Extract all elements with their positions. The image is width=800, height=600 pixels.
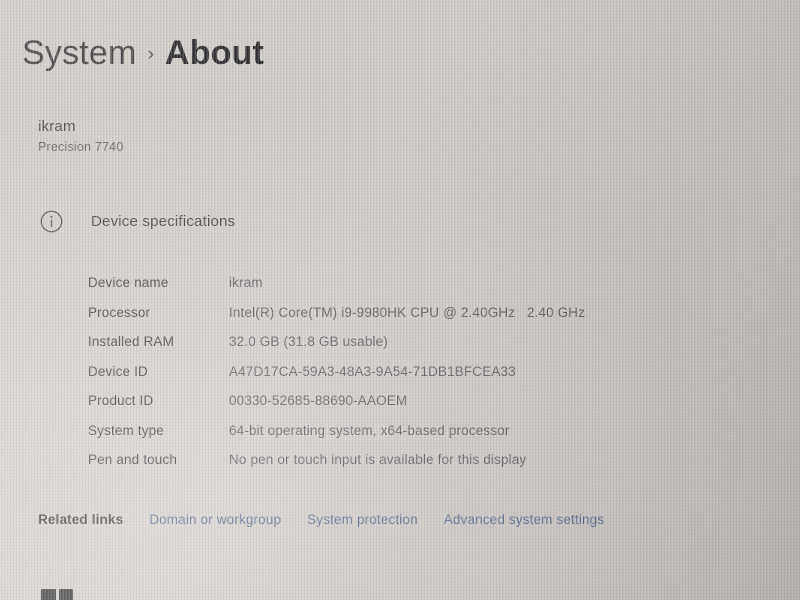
spec-value-device-name: ikram [229,275,263,290]
spec-value-product-id: 00330-52685-88690-AAOEM [229,393,408,408]
device-heading-model: Precision 7740 [38,140,124,154]
spec-value-pen-and-touch: No pen or touch input is available for t… [229,452,527,467]
bottom-edge-block-left [41,589,56,600]
table-row: Installed RAM 32.0 GB (31.8 GB usable) [88,334,728,364]
link-advanced-system-settings[interactable]: Advanced system settings [444,512,604,527]
related-links: Related links Domain or workgroup System… [38,512,604,527]
related-links-title: Related links [38,512,124,527]
device-heading-name: ikram [38,118,76,135]
table-row: Product ID 00330-52685-88690-AAOEM [88,393,728,423]
chevron-right-icon: › [147,43,154,65]
table-row: Processor Intel(R) Core(TM) i9-9980HK CP… [88,305,728,335]
page-title: About [164,34,265,72]
bottom-edge-block-right [58,589,73,600]
device-specifications-header[interactable]: Device specifications [38,208,235,235]
device-specifications-title: Device specifications [91,213,236,230]
spec-value-processor: Intel(R) Core(TM) i9-9980HK CPU @ 2.40GH… [229,304,586,320]
spec-label-system-type: System type [88,422,164,438]
spec-label-device-name: Device name [88,275,169,290]
monitor-screen-surface: System › About ikram Precision 7740 Devi… [0,0,800,600]
breadcrumb: System › About [22,34,264,73]
link-domain-or-workgroup[interactable]: Domain or workgroup [149,512,281,527]
spec-label-product-id: Product ID [88,393,154,408]
spec-value-system-type: 64-bit operating system, x64-based proce… [229,422,510,438]
info-icon [38,208,65,235]
spec-value-device-id: A47D17CA-59A3-48A3-9A54-71DB1BFCEA33 [229,363,516,379]
spec-label-installed-ram: Installed RAM [88,334,174,349]
breadcrumb-root-system[interactable]: System [22,34,137,73]
spec-value-installed-ram: 32.0 GB (31.8 GB usable) [229,334,388,349]
spec-label-processor: Processor [88,304,151,320]
settings-about-page: System › About ikram Precision 7740 Devi… [0,0,800,600]
table-row: System type 64-bit operating system, x64… [88,423,728,453]
device-heading: ikram Precision 7740 [38,118,124,154]
spec-label-pen-and-touch: Pen and touch [88,452,178,467]
link-system-protection[interactable]: System protection [307,512,418,527]
table-row: Device name ikram [88,275,728,305]
bottom-edge-cutoff-element [41,589,73,600]
spec-label-device-id: Device ID [88,363,148,379]
device-specifications-table: Device name ikram Processor Intel(R) Cor… [88,275,728,482]
table-row: Device ID A47D17CA-59A3-48A3-9A54-71DB1B… [88,364,728,394]
table-row: Pen and touch No pen or touch input is a… [88,452,728,482]
